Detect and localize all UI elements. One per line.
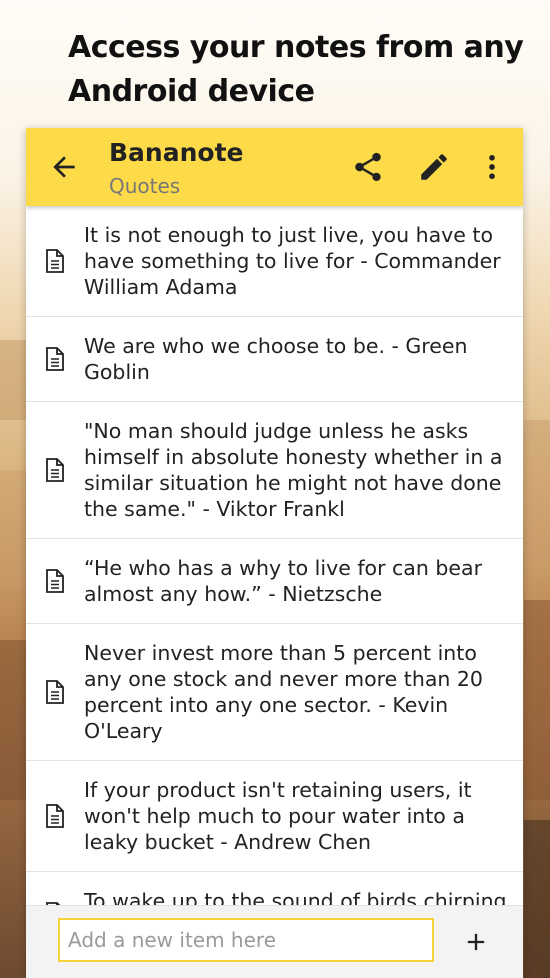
arrow-back-icon[interactable]: [48, 151, 80, 183]
list-item[interactable]: It is not enough to just live, you have …: [26, 206, 523, 317]
app-screen: Bananote Quotes It is not enough to just…: [26, 128, 523, 978]
list-item[interactable]: "No man should judge unless he asks hims…: [26, 402, 523, 539]
share-icon[interactable]: [351, 150, 385, 184]
list-item[interactable]: Never invest more than 5 percent into an…: [26, 624, 523, 761]
list-item[interactable]: If your product isn't retaining users, i…: [26, 761, 523, 872]
list-item[interactable]: We are who we choose to be. - Green Gobl…: [26, 317, 523, 402]
list-item-text: If your product isn't retaining users, i…: [84, 778, 472, 854]
document-icon: [46, 804, 64, 828]
app-bar: Bananote Quotes: [26, 128, 523, 206]
list-item-text: "No man should judge unless he asks hims…: [84, 419, 503, 521]
list-item[interactable]: “He who has a why to live for can bear a…: [26, 539, 523, 624]
composer-bar: [26, 905, 523, 978]
document-icon: [46, 347, 64, 371]
document-icon: [46, 569, 64, 593]
more-vert-icon[interactable]: [475, 150, 509, 184]
list-item-text: “He who has a why to live for can bear a…: [84, 556, 482, 606]
list-name: Quotes: [109, 174, 181, 198]
notes-list: It is not enough to just live, you have …: [26, 206, 523, 906]
promo-headline: Access your notes from any Android devic…: [68, 30, 524, 109]
pencil-icon[interactable]: [417, 150, 451, 184]
list-item-text: Never invest more than 5 percent into an…: [84, 641, 483, 743]
list-item-text: To wake up to the sound of birds chirpin…: [84, 889, 507, 906]
list-item[interactable]: To wake up to the sound of birds chirpin…: [26, 872, 523, 906]
document-icon: [46, 249, 64, 273]
plus-icon[interactable]: [462, 928, 490, 956]
app-title: Bananote: [109, 138, 244, 167]
list-item-text: We are who we choose to be. - Green Gobl…: [84, 334, 468, 384]
document-icon: [46, 680, 64, 704]
list-item-text: It is not enough to just live, you have …: [84, 223, 501, 299]
document-icon: [46, 458, 64, 482]
new-item-input[interactable]: [58, 918, 434, 962]
